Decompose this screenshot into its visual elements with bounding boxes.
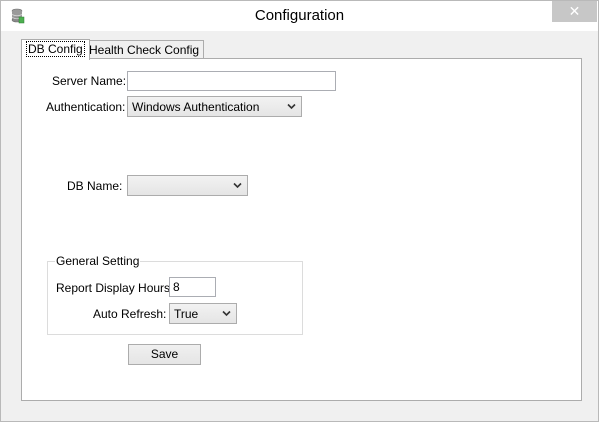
- authentication-select[interactable]: Windows Authentication: [127, 96, 302, 117]
- close-button[interactable]: ✕: [552, 1, 597, 22]
- chevron-down-icon: [233, 182, 242, 189]
- tab-db-config-label: DB Config: [26, 41, 85, 57]
- title-bar[interactable]: Configuration ✕: [1, 1, 598, 31]
- tab-health-check-config-label: Health Check Config: [89, 43, 200, 57]
- client-area: DB Config Health Check Config Server Nam…: [1, 31, 598, 421]
- general-setting-group: General Setting Report Display Hours: Au…: [47, 254, 303, 335]
- server-name-label: Server Name:: [52, 74, 127, 88]
- report-display-hours-label: Report Display Hours:: [56, 281, 174, 295]
- chevron-down-icon: [222, 310, 231, 317]
- tab-db-config[interactable]: DB Config: [21, 39, 90, 60]
- tab-health-check-config[interactable]: Health Check Config: [84, 40, 205, 58]
- db-name-select[interactable]: [127, 175, 248, 196]
- auto-refresh-label: Auto Refresh:: [93, 307, 167, 321]
- auto-refresh-select[interactable]: True: [169, 303, 237, 324]
- db-config-panel: Server Name: Authentication: Windows Aut…: [21, 58, 582, 401]
- window-title: Configuration: [254, 7, 345, 24]
- auto-refresh-value: True: [174, 307, 199, 321]
- save-button[interactable]: Save: [128, 344, 201, 365]
- close-icon: ✕: [568, 3, 581, 19]
- db-name-label: DB Name:: [67, 179, 123, 193]
- configuration-window: Configuration ✕ DB Config Health Check C…: [0, 0, 599, 422]
- report-display-hours-input[interactable]: [169, 277, 216, 297]
- general-setting-title: General Setting: [55, 254, 141, 268]
- chevron-down-icon: [287, 103, 296, 110]
- authentication-value: Windows Authentication: [132, 100, 260, 114]
- authentication-label: Authentication:: [46, 100, 126, 114]
- server-name-input[interactable]: [127, 71, 336, 91]
